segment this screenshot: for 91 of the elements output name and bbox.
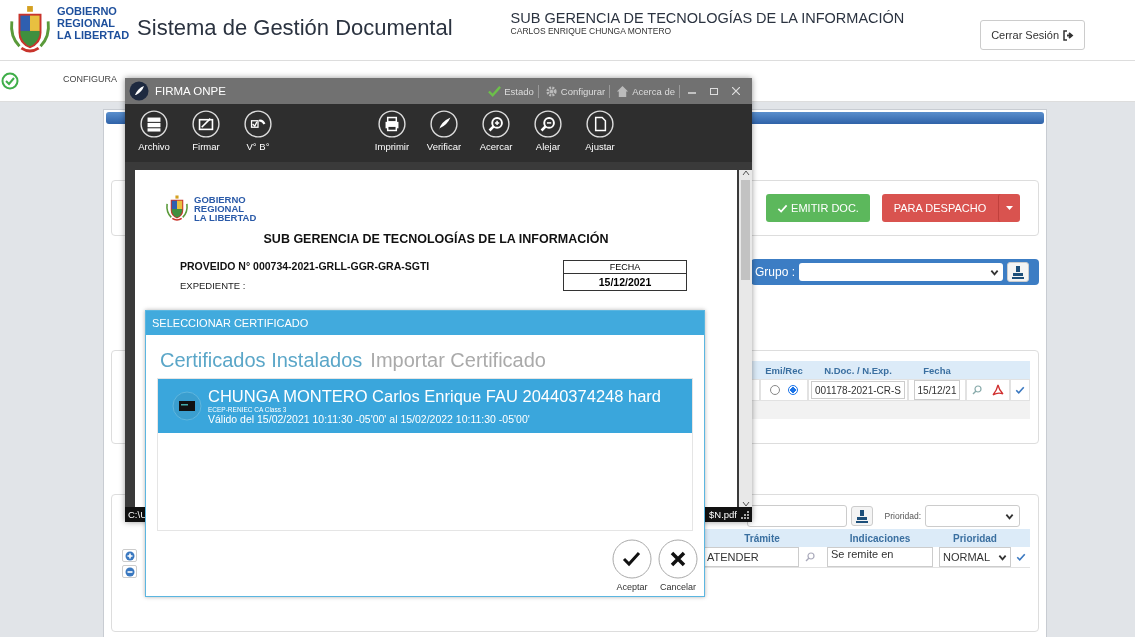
add-button[interactable] [122,549,137,562]
logo-text: REGIONAL [194,203,246,213]
file-name: $N.pdf [709,509,737,520]
certificate-validity: Válido del 15/02/2021 10:11:30 -05'00' al 15/02/2022 10:11:30 -05'00' [208,413,531,425]
document-number-field[interactable]: 001178-2021-CR-S [811,381,905,399]
document-heading: SUB GERENCIA DE TECNOLOGÍAS DE LA INFORMACIÓN [263,232,609,246]
procedure-field[interactable]: ATENDER [703,547,799,567]
settings-icon [544,84,558,98]
cancel-button[interactable]: Cancelar [658,539,698,592]
column-header [1011,529,1030,547]
toolbar-button[interactable]: V° B° [235,104,281,162]
check-circle-icon [1,72,19,90]
resize-grip-icon [741,510,749,519]
checkmark-icon [488,84,502,98]
checkmark-icon [1015,552,1026,562]
document-reference: PROVEIDO N° 000734-2021-GRLL-GGR-GRA-SGTI [180,260,430,272]
date-label: FECHA [564,261,686,274]
approval-icon [244,110,272,138]
accept-button[interactable]: Aceptar [612,539,652,592]
date-field[interactable]: 15/12/21 [913,380,961,400]
logo-text: GOBIERNO [57,5,118,17]
archive-icon [140,110,168,138]
printer-icon [378,110,406,138]
toolbar-button[interactable]: Ajustar [577,104,623,162]
radio-button[interactable] [770,385,780,395]
toolbar-button[interactable]: Verificar [421,104,467,162]
toolbar-button[interactable]: Alejar [525,104,571,162]
toolbar-button[interactable]: Firmar [183,104,229,162]
caret-icon [1006,206,1013,210]
card-icon [172,391,202,421]
header-link[interactable]: Configurar [540,84,611,98]
zoom-out-icon [534,110,562,138]
toolbar-button[interactable]: Archivo [131,104,177,162]
priority-value: NORMAL [943,551,991,563]
search-icon [805,552,815,562]
user-name: CARLOS ENRIQUE CHUNGA MONTERO [510,26,673,36]
page-icon [586,110,614,138]
logout-button[interactable]: Cerrar Sesión [980,20,1085,50]
radio-button[interactable] [788,385,798,395]
stamp-icon [1012,265,1024,279]
stamp-icon [855,509,868,523]
zoom-in-icon [482,110,510,138]
maximize-icon [710,87,718,95]
crest-icon [8,4,52,54]
menu-item[interactable]: CONFIGURA [63,74,117,84]
dialog-title: SELECCIONAR CERTIFICADO [152,317,309,329]
stamp-button[interactable] [850,506,873,526]
column-header: Emi/Rec [760,361,808,379]
search-icon [972,385,982,395]
remove-icon [124,566,135,577]
logo-text: GOBIERNO [194,194,247,204]
priority-label: Prioridad: [884,511,921,521]
close-icon [732,87,740,95]
certificate-name: CHUNGA MONTERO Carlos Enrique FAU 20440374248 hard [208,387,662,406]
header-link[interactable]: Estado [484,84,539,98]
priority-select[interactable]: NORMAL [939,547,1011,567]
logout-icon [1063,29,1074,41]
app-title: Sistema de Gestión Documental [137,15,453,41]
stamp-button[interactable] [1007,262,1029,282]
scroll-thumb[interactable] [741,180,750,280]
check-icon [612,539,652,579]
header-link[interactable]: Acerca de [612,84,680,98]
document-date: 15/12/2021 [597,275,653,290]
scroll-up-icon [741,170,750,176]
column-header: Indicaciones [827,529,933,547]
toolbar-button[interactable]: Imprimir [369,104,415,162]
column-header: Trámite [703,529,821,547]
column-header: Prioridad [939,529,1011,547]
remove-button[interactable] [122,565,137,578]
instructions-field[interactable]: Se remite en [827,547,933,567]
crest-icon [165,194,189,222]
scroll-down-icon [741,501,750,507]
add-icon [124,550,135,561]
column-header: N.Doc. / N.Exp. [808,361,908,379]
checkmark-icon [777,202,789,214]
app-logo-icon [129,81,149,101]
column-header: Fecha [908,361,966,379]
logo-text: LA LIBERTAD [57,29,130,41]
checkmark-icon [1015,385,1025,395]
feather-icon [430,110,458,138]
window-title: FIRMA ONPE [155,85,226,97]
file-label: EXPEDIENTE : [180,280,247,291]
toolbar-button[interactable]: Acercar [473,104,519,162]
house-icon [616,84,630,98]
close-icon [658,539,698,579]
signature-icon [192,110,220,138]
logo-text: LA LIBERTAD [194,212,257,222]
pdf-icon[interactable] [992,384,1004,396]
department-name: SUB GERENCIA DE TECNOLOGÍAS DE LA INFORMACIÓN [510,10,905,26]
group-label: Grupo : [755,265,796,279]
logo-text: REGIONAL [57,17,117,29]
